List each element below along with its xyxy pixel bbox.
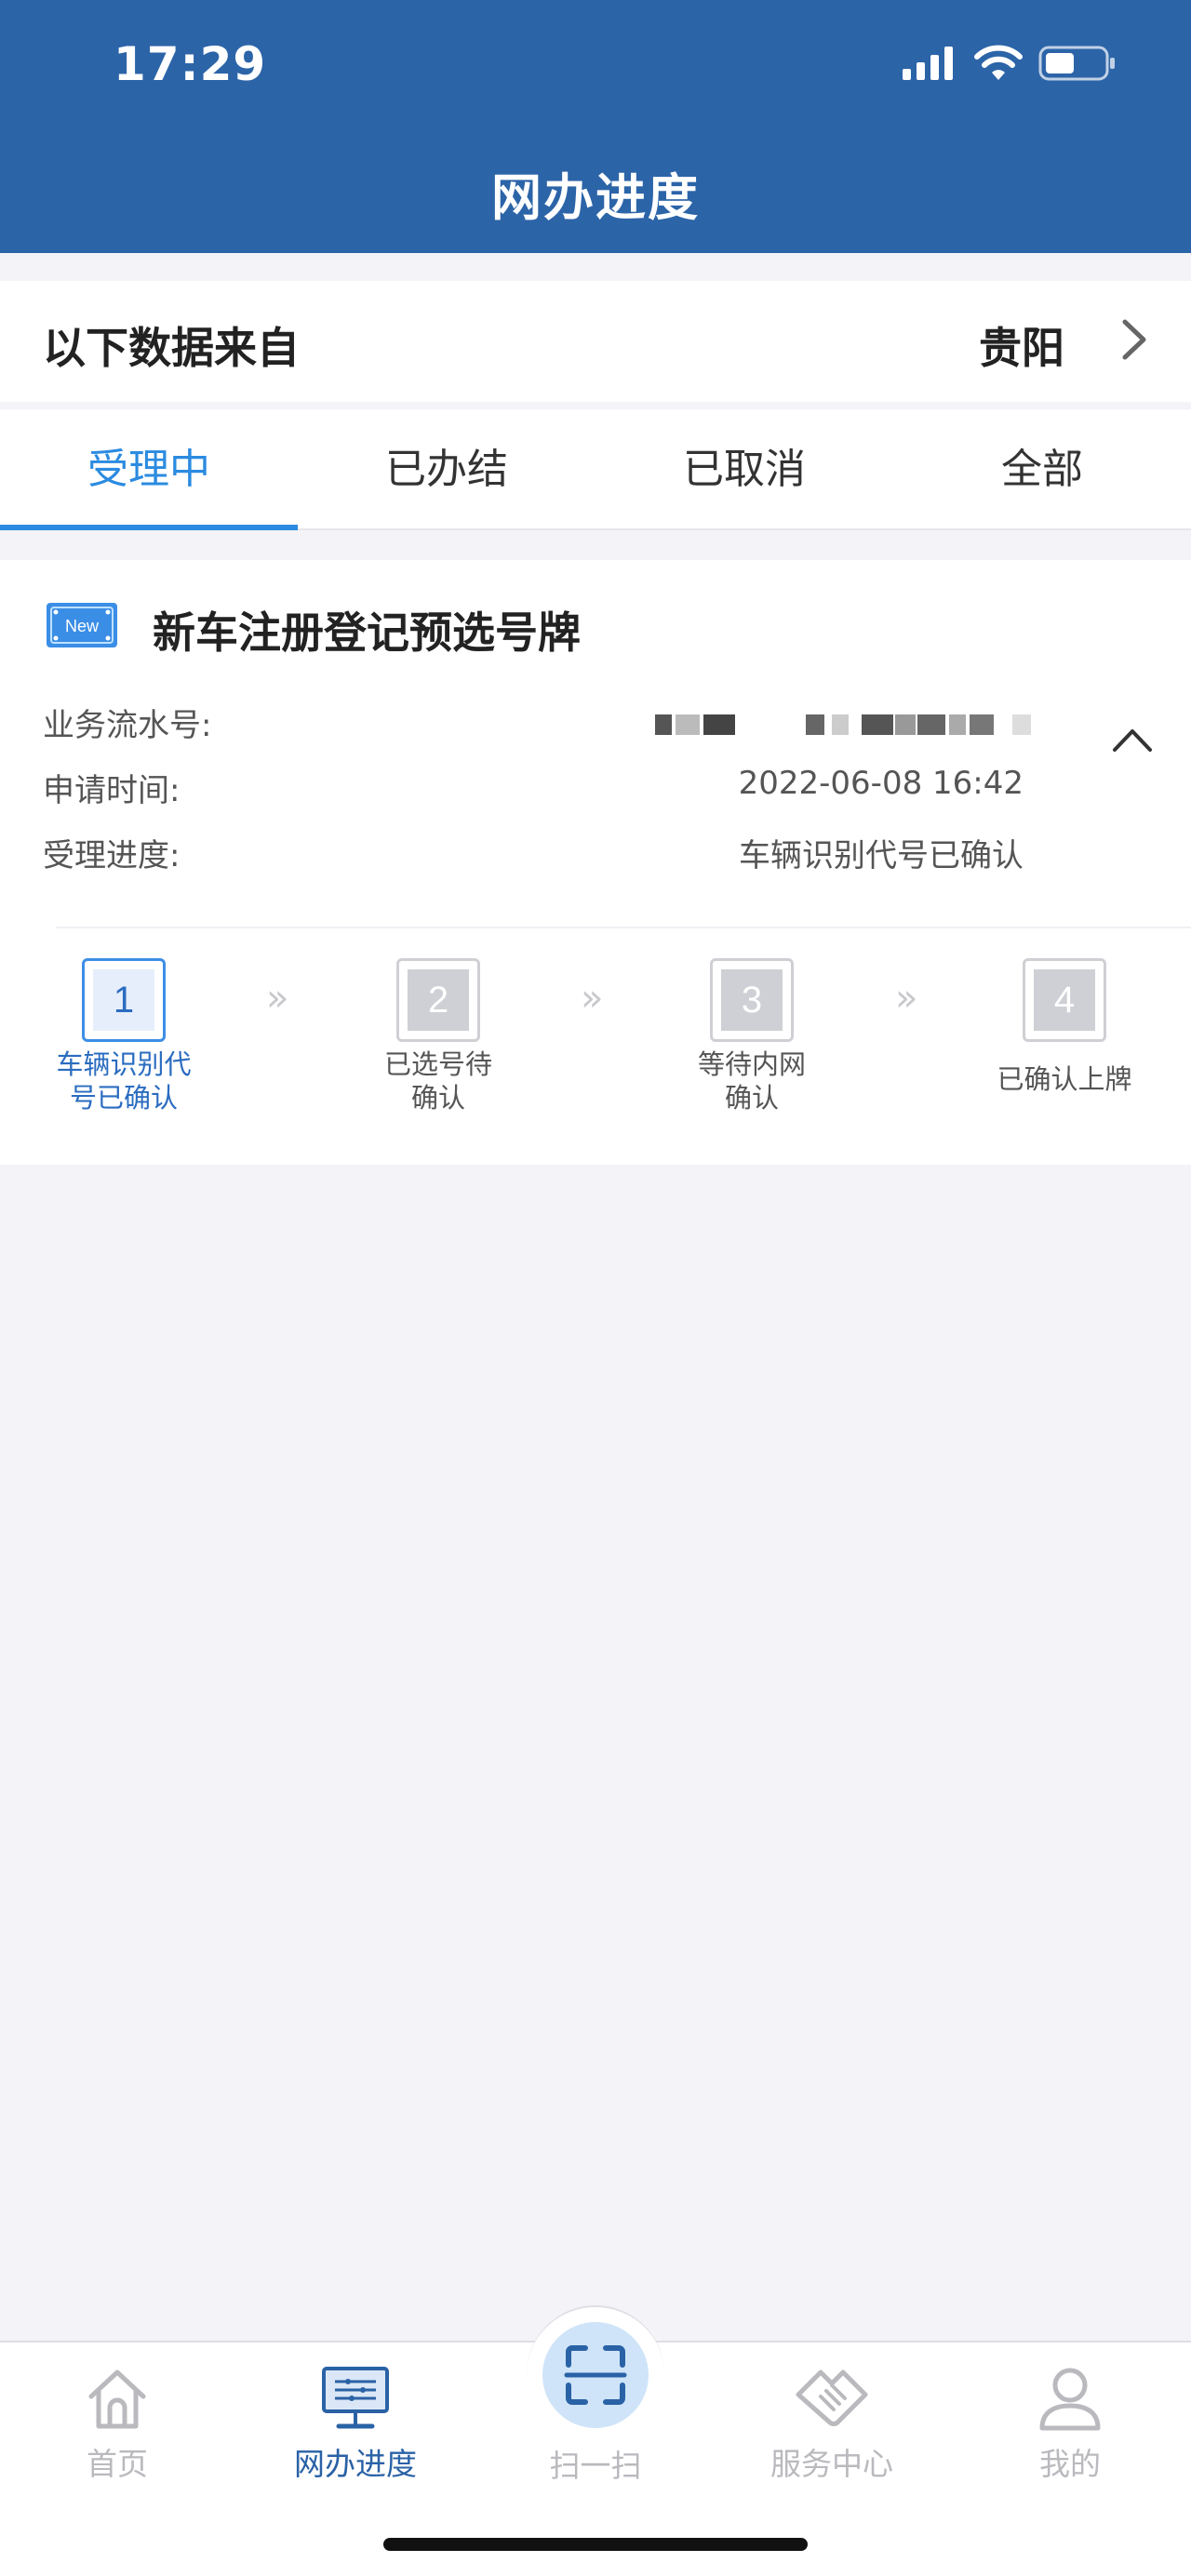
new-badge-text: New — [65, 617, 100, 635]
handshake-icon — [796, 2369, 868, 2426]
chevron-up-icon[interactable] — [1111, 726, 1154, 754]
tab-cancelled[interactable]: 已取消 — [596, 409, 893, 528]
app-header: 17:29 网办进度 — [0, 0, 1191, 253]
battery-icon — [1038, 46, 1115, 81]
step-4-label: 已确认上牌 — [962, 1062, 1167, 1096]
card-title: 新车注册登记预选号牌 — [153, 607, 581, 658]
tab-mine-label: 我的 — [1039, 2446, 1101, 2482]
step-3-number: 3 — [721, 969, 783, 1031]
time-label: 申请时间: — [43, 772, 181, 809]
tab-service-center[interactable]: 服务中心 — [739, 2361, 925, 2484]
serial-label: 业务流水号: — [43, 707, 212, 744]
card-divider — [56, 927, 1191, 928]
tab-service-center-label: 服务中心 — [770, 2446, 893, 2482]
step-4: 4 已确认上牌 — [962, 958, 1167, 1096]
application-card[interactable]: New 新车注册登记预选号牌 业务流水号: 申请时间: 2022-06-08 1… — [0, 560, 1191, 1165]
step-1: 1 车辆识别代 号已确认 — [21, 958, 226, 1114]
home-indicator — [383, 2538, 808, 2551]
step-4-label-line1: 已确认上牌 — [997, 1063, 1132, 1095]
chevron-right-icon — [1122, 319, 1146, 360]
progress-value: 车辆识别代号已确认 — [739, 837, 1024, 874]
data-source-row[interactable]: 以下数据来自 贵阳 — [0, 281, 1191, 402]
wifi-icon — [974, 45, 1023, 80]
scan-button[interactable] — [542, 2322, 649, 2428]
step-3-label: 等待内网 确认 — [649, 1048, 854, 1114]
tab-all[interactable]: 全部 — [893, 409, 1191, 528]
time-value: 2022-06-08 16:42 — [738, 765, 1024, 802]
step-1-label: 车辆识别代 号已确认 — [21, 1048, 226, 1114]
serial-number-masked — [655, 707, 1031, 739]
step-1-box: 1 — [82, 958, 166, 1042]
step-1-label-line2: 号已确认 — [69, 1082, 178, 1114]
tab-scan-label[interactable]: 扫一扫 — [502, 2441, 689, 2486]
tab-mine[interactable]: 我的 — [977, 2361, 1163, 2484]
step-3-box: 3 — [710, 958, 794, 1042]
step-2-number: 2 — [408, 969, 469, 1031]
step-arrow-3: » — [895, 977, 918, 1020]
status-tabs: 受理中 已办结 已取消 全部 — [0, 409, 1191, 530]
step-2-label-line1: 已选号待 — [383, 1048, 492, 1080]
step-3-label-line1: 等待内网 — [697, 1048, 806, 1080]
step-1-number: 1 — [93, 969, 154, 1031]
step-2-label: 已选号待 确认 — [336, 1048, 541, 1114]
status-time: 17:29 — [114, 37, 267, 91]
step-4-box: 4 — [1023, 958, 1106, 1042]
step-arrow-1: » — [266, 977, 289, 1020]
step-4-number: 4 — [1034, 969, 1095, 1031]
step-arrow-2: » — [581, 977, 604, 1020]
step-2-box: 2 — [396, 958, 480, 1042]
data-source-city: 贵阳 — [979, 323, 1064, 373]
progress-label: 受理进度: — [43, 837, 181, 874]
step-3: 3 等待内网 确认 — [649, 958, 854, 1114]
page-title: 网办进度 — [491, 168, 700, 227]
tab-progress-label: 网办进度 — [294, 2446, 417, 2482]
step-2: 2 已选号待 确认 — [336, 958, 541, 1114]
scan-icon — [564, 2345, 627, 2405]
tab-home-label: 首页 — [87, 2446, 148, 2482]
step-3-label-line2: 确认 — [724, 1082, 779, 1114]
tab-progress[interactable]: 网办进度 — [262, 2361, 448, 2484]
step-1-label-line1: 车辆识别代 — [56, 1048, 192, 1080]
new-badge-icon: New — [47, 603, 117, 647]
home-icon — [88, 2369, 146, 2429]
signal-icon — [903, 47, 953, 80]
user-icon — [1039, 2368, 1101, 2431]
data-source-label: 以下数据来自 — [43, 323, 300, 373]
tab-home[interactable]: 首页 — [24, 2361, 210, 2484]
monitor-icon — [322, 2367, 389, 2429]
tab-completed[interactable]: 已办结 — [298, 409, 596, 528]
tab-processing[interactable]: 受理中 — [0, 409, 298, 530]
step-2-label-line2: 确认 — [410, 1082, 465, 1114]
